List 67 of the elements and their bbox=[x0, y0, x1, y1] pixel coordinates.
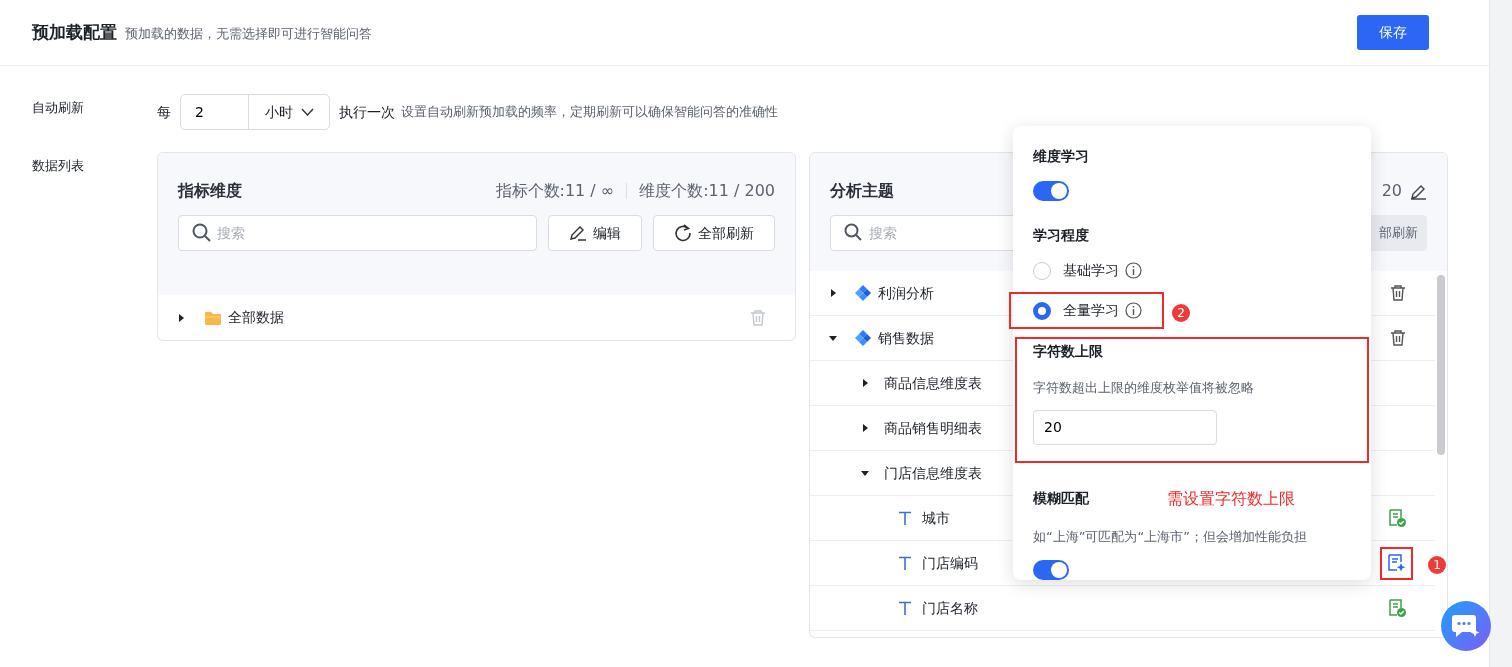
caret-right-icon[interactable] bbox=[860, 378, 870, 388]
caret-right-icon[interactable] bbox=[828, 288, 838, 298]
field-label: 数据列表 bbox=[32, 157, 85, 175]
field-label: 自动刷新 bbox=[32, 99, 85, 117]
option-label: 全量学习 bbox=[1063, 301, 1119, 320]
option-label: 基础学习 bbox=[1063, 261, 1119, 280]
panel-title: 分析主题 bbox=[830, 180, 894, 202]
radio-button[interactable] bbox=[1033, 301, 1051, 320]
text-field-icon bbox=[898, 600, 912, 616]
interval-field[interactable]: 2 小时 bbox=[180, 94, 330, 130]
tree-item[interactable]: 利润分析 bbox=[878, 282, 934, 304]
count-text: 20 bbox=[1381, 180, 1402, 202]
caret-right-icon[interactable] bbox=[860, 423, 870, 433]
text-field-icon bbox=[898, 555, 912, 571]
section-title: 模糊匹配 bbox=[1033, 489, 1089, 508]
panel-title: 指标维度 bbox=[178, 180, 242, 202]
tree-item[interactable]: 门店编码 bbox=[922, 552, 978, 574]
number-field[interactable]: 20 bbox=[1033, 409, 1217, 445]
tree-item[interactable]: 商品销售明细表 bbox=[884, 417, 982, 439]
search-icon bbox=[192, 223, 212, 243]
scrollbar[interactable] bbox=[1437, 275, 1445, 455]
edit-button[interactable]: 编辑 bbox=[548, 215, 642, 251]
section-title: 学习程度 bbox=[1033, 226, 1089, 245]
page-title: 预加载配置 bbox=[32, 20, 117, 44]
hint-text: 如“上海”可匹配为“上海市”；但会增加性能负担 bbox=[1033, 527, 1308, 546]
caret-down-icon[interactable] bbox=[860, 468, 870, 478]
count-text: 维度个数:11 / 200 bbox=[639, 180, 775, 202]
document-sparkle-icon[interactable] bbox=[1387, 553, 1406, 573]
count-text: 指标个数:11 / ∞ bbox=[495, 180, 615, 202]
text-field-icon bbox=[898, 510, 912, 526]
tree-item[interactable]: 销售数据 bbox=[878, 327, 934, 349]
prefix-text: 每 bbox=[157, 102, 171, 122]
info-icon[interactable] bbox=[1125, 302, 1142, 319]
tree-item[interactable]: 城市 bbox=[922, 507, 950, 529]
save-button[interactable]: 保存 bbox=[1357, 15, 1429, 50]
tree-item[interactable]: 商品信息维度表 bbox=[884, 372, 982, 394]
topic-icon bbox=[854, 329, 872, 347]
chevron-down-icon bbox=[300, 108, 314, 116]
trash-icon[interactable] bbox=[1389, 329, 1407, 347]
toggle-switch[interactable] bbox=[1033, 560, 1069, 580]
pencil-icon bbox=[569, 224, 587, 242]
tree-item[interactable]: 门店名称 bbox=[922, 597, 978, 619]
document-check-icon[interactable] bbox=[1388, 509, 1406, 527]
step-badge: 2 bbox=[1172, 304, 1190, 322]
topic-icon bbox=[854, 284, 872, 302]
caret-down-icon[interactable] bbox=[828, 333, 838, 343]
hint-text: 设置自动刷新预加载的频率，定期刷新可以确保智能问答的准确性 bbox=[401, 103, 778, 122]
tree-item[interactable]: 门店信息维度表 bbox=[884, 462, 982, 484]
suffix-text: 执行一次 bbox=[339, 102, 395, 122]
toggle-switch[interactable] bbox=[1033, 181, 1069, 201]
step-badge: 1 bbox=[1428, 555, 1446, 574]
annotation-text: 需设置字符数上限 bbox=[1167, 487, 1295, 510]
section-title: 维度学习 bbox=[1033, 147, 1089, 166]
folder-icon bbox=[204, 309, 222, 326]
info-icon[interactable] bbox=[1125, 262, 1142, 279]
tree-item[interactable]: 全部数据 bbox=[228, 307, 284, 328]
chat-bubble-icon bbox=[1451, 612, 1481, 640]
refresh-icon bbox=[674, 224, 692, 242]
search-field[interactable]: 搜索 bbox=[178, 215, 537, 251]
page-subtitle: 预加载的数据，无需选择即可进行智能问答 bbox=[125, 24, 372, 43]
document-check-icon[interactable] bbox=[1388, 599, 1406, 617]
hint-text: 字符数超出上限的维度枚举值将被忽略 bbox=[1033, 379, 1255, 397]
trash-icon[interactable] bbox=[1389, 284, 1407, 302]
caret-right-icon[interactable] bbox=[176, 312, 186, 323]
section-title: 字符数上限 bbox=[1033, 342, 1103, 361]
refresh-button[interactable]: 全部刷新 bbox=[653, 215, 775, 251]
search-icon bbox=[844, 223, 862, 241]
